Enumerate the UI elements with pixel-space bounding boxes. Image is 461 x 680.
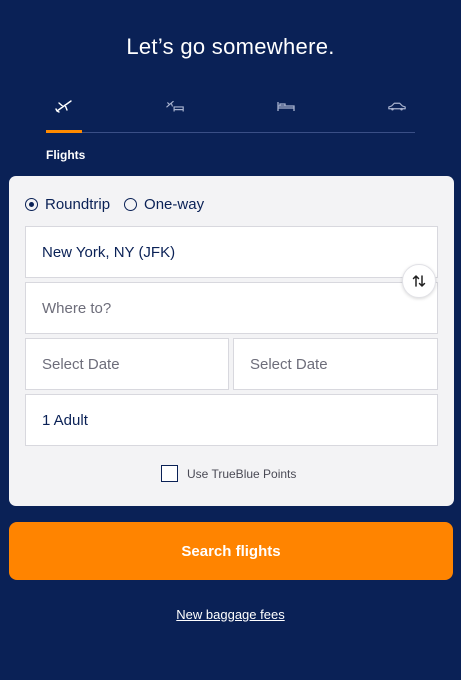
tab-flight-hotel[interactable]	[157, 92, 193, 132]
trueblue-points-option[interactable]: Use TrueBlue Points	[161, 465, 296, 482]
travelers-field[interactable]: 1 Adult	[25, 394, 438, 446]
origin-field[interactable]: New York, NY (JFK)	[25, 226, 438, 278]
trip-type-selector: Roundtrip One-way	[25, 196, 204, 213]
booking-type-tabs	[46, 92, 415, 133]
one-way-radio[interactable]	[124, 198, 138, 211]
one-way-option[interactable]: One-way	[124, 196, 204, 213]
depart-date-field[interactable]: Select Date	[25, 338, 229, 390]
return-date-field[interactable]: Select Date	[233, 338, 438, 390]
tab-hotel[interactable]	[268, 92, 304, 132]
car-icon	[388, 102, 406, 111]
tab-flights[interactable]	[46, 92, 82, 133]
one-way-label: One-way	[144, 196, 205, 213]
page-title: Let’s go somewhere.	[126, 34, 335, 59]
baggage-fees-link[interactable]: New baggage fees	[176, 607, 284, 622]
swap-arrows-icon	[412, 275, 426, 287]
destination-placeholder: Where to?	[42, 299, 112, 317]
roundtrip-option[interactable]: Roundtrip	[25, 196, 110, 213]
roundtrip-radio[interactable]	[25, 198, 38, 211]
trueblue-points-label: Use TrueBlue Points	[187, 466, 297, 481]
plane-icon	[55, 100, 72, 113]
destination-field[interactable]: Where to?	[25, 282, 438, 334]
origin-value: New York, NY (JFK)	[42, 243, 176, 261]
return-date-placeholder: Select Date	[250, 355, 328, 373]
flight-search-form: Roundtrip One-way New York, NY (JFK) Whe…	[9, 176, 454, 506]
swap-airports-button[interactable]	[402, 264, 436, 298]
bed-icon	[277, 102, 295, 111]
search-flights-button[interactable]: Search flights	[9, 522, 453, 580]
depart-date-placeholder: Select Date	[42, 355, 120, 373]
tab-car[interactable]	[379, 92, 415, 132]
trueblue-points-checkbox[interactable]	[161, 465, 178, 482]
active-tab-label: Flights	[46, 148, 86, 162]
flight-hotel-icon	[166, 100, 184, 112]
travelers-value: 1 Adult	[42, 411, 88, 429]
roundtrip-label: Roundtrip	[45, 196, 111, 213]
